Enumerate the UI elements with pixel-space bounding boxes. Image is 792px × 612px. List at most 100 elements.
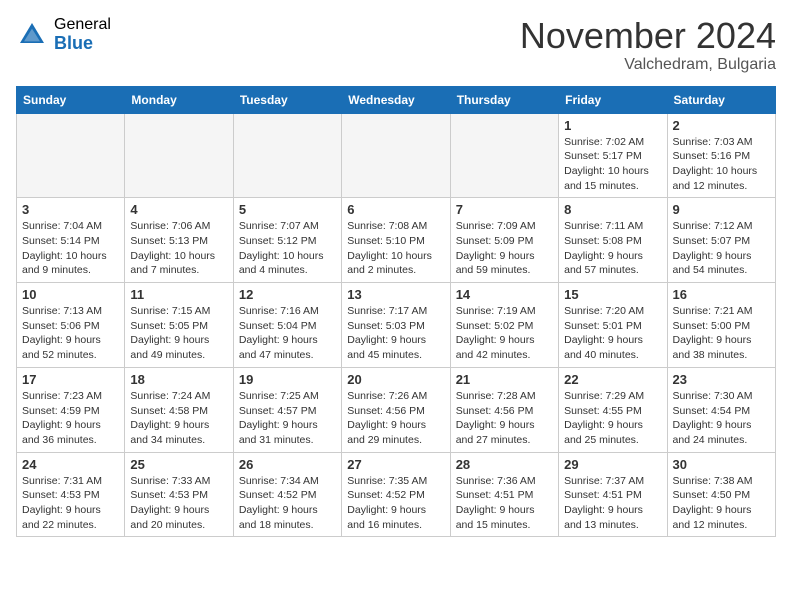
- day-info: Sunrise: 7:29 AM Sunset: 4:55 PM Dayligh…: [564, 389, 661, 448]
- day-number: 22: [564, 372, 661, 387]
- day-number: 5: [239, 202, 336, 217]
- day-info: Sunrise: 7:26 AM Sunset: 4:56 PM Dayligh…: [347, 389, 444, 448]
- day-number: 25: [130, 457, 227, 472]
- day-info: Sunrise: 7:07 AM Sunset: 5:12 PM Dayligh…: [239, 219, 336, 278]
- day-number: 24: [22, 457, 119, 472]
- calendar-cell: 5 Sunrise: 7:07 AM Sunset: 5:12 PM Daylig…: [233, 198, 341, 283]
- calendar-cell: [17, 113, 125, 198]
- day-number: 18: [130, 372, 227, 387]
- calendar-cell: 28 Sunrise: 7:36 AM Sunset: 4:51 PM Dayli…: [450, 452, 558, 537]
- calendar-cell: 17 Sunrise: 7:23 AM Sunset: 4:59 PM Dayli…: [17, 367, 125, 452]
- day-number: 13: [347, 287, 444, 302]
- day-number: 11: [130, 287, 227, 302]
- calendar-week-row: 3Sunrise: 7:04 AM Sunset: 5:14 PM Daylig…: [17, 198, 776, 283]
- day-info: Sunrise: 7:30 AM Sunset: 4:54 PM Dayligh…: [673, 389, 770, 448]
- day-number: 20: [347, 372, 444, 387]
- calendar-cell: 3Sunrise: 7:04 AM Sunset: 5:14 PM Daylig…: [17, 198, 125, 283]
- calendar-header-thursday: Thursday: [450, 86, 558, 113]
- calendar-cell: [450, 113, 558, 198]
- logo-icon: [16, 19, 48, 51]
- calendar-cell: 18 Sunrise: 7:24 AM Sunset: 4:58 PM Dayli…: [125, 367, 233, 452]
- calendar-header-row: SundayMondayTuesdayWednesdayThursdayFrid…: [17, 86, 776, 113]
- calendar-cell: 7 Sunrise: 7:09 AM Sunset: 5:09 PM Daylig…: [450, 198, 558, 283]
- day-info: Sunrise: 7:35 AM Sunset: 4:52 PM Dayligh…: [347, 474, 444, 533]
- logo: General Blue: [16, 16, 111, 53]
- day-info: Sunrise: 7:12 AM Sunset: 5:07 PM Dayligh…: [673, 219, 770, 278]
- day-info: Sunrise: 7:36 AM Sunset: 4:51 PM Dayligh…: [456, 474, 553, 533]
- calendar-cell: 19Sunrise: 7:25 AM Sunset: 4:57 PM Dayli…: [233, 367, 341, 452]
- day-info: Sunrise: 7:19 AM Sunset: 5:02 PM Dayligh…: [456, 304, 553, 363]
- day-info: Sunrise: 7:16 AM Sunset: 5:04 PM Dayligh…: [239, 304, 336, 363]
- day-number: 28: [456, 457, 553, 472]
- calendar-week-row: 24 Sunrise: 7:31 AM Sunset: 4:53 PM Dayli…: [17, 452, 776, 537]
- calendar-cell: 23Sunrise: 7:30 AM Sunset: 4:54 PM Dayli…: [667, 367, 775, 452]
- calendar-table: SundayMondayTuesdayWednesdayThursdayFrid…: [16, 86, 776, 538]
- day-info: Sunrise: 7:06 AM Sunset: 5:13 PM Dayligh…: [130, 219, 227, 278]
- calendar-cell: 2 Sunrise: 7:03 AM Sunset: 5:16 PM Daylig…: [667, 113, 775, 198]
- calendar-header-monday: Monday: [125, 86, 233, 113]
- day-number: 26: [239, 457, 336, 472]
- calendar-cell: 20 Sunrise: 7:26 AM Sunset: 4:56 PM Dayli…: [342, 367, 450, 452]
- calendar-cell: 21 Sunrise: 7:28 AM Sunset: 4:56 PM Dayli…: [450, 367, 558, 452]
- day-number: 8: [564, 202, 661, 217]
- calendar-cell: 11Sunrise: 7:15 AM Sunset: 5:05 PM Dayli…: [125, 283, 233, 368]
- calendar-cell: 14 Sunrise: 7:19 AM Sunset: 5:02 PM Dayli…: [450, 283, 558, 368]
- calendar-week-row: 10 Sunrise: 7:13 AM Sunset: 5:06 PM Dayli…: [17, 283, 776, 368]
- page-header: General Blue November 2024 Valchedram, B…: [16, 16, 776, 74]
- day-number: 9: [673, 202, 770, 217]
- day-number: 19: [239, 372, 336, 387]
- day-info: Sunrise: 7:23 AM Sunset: 4:59 PM Dayligh…: [22, 389, 119, 448]
- day-info: Sunrise: 7:11 AM Sunset: 5:08 PM Dayligh…: [564, 219, 661, 278]
- day-number: 3: [22, 202, 119, 217]
- calendar-cell: 6Sunrise: 7:08 AM Sunset: 5:10 PM Daylig…: [342, 198, 450, 283]
- calendar-week-row: 1 Sunrise: 7:02 AM Sunset: 5:17 PM Daylig…: [17, 113, 776, 198]
- day-number: 7: [456, 202, 553, 217]
- day-info: Sunrise: 7:03 AM Sunset: 5:16 PM Dayligh…: [673, 135, 770, 194]
- day-info: Sunrise: 7:02 AM Sunset: 5:17 PM Dayligh…: [564, 135, 661, 194]
- day-number: 6: [347, 202, 444, 217]
- day-info: Sunrise: 7:20 AM Sunset: 5:01 PM Dayligh…: [564, 304, 661, 363]
- day-number: 10: [22, 287, 119, 302]
- day-number: 27: [347, 457, 444, 472]
- calendar-cell: 8 Sunrise: 7:11 AM Sunset: 5:08 PM Daylig…: [559, 198, 667, 283]
- day-info: Sunrise: 7:24 AM Sunset: 4:58 PM Dayligh…: [130, 389, 227, 448]
- day-number: 29: [564, 457, 661, 472]
- day-info: Sunrise: 7:37 AM Sunset: 4:51 PM Dayligh…: [564, 474, 661, 533]
- calendar-cell: 10 Sunrise: 7:13 AM Sunset: 5:06 PM Dayli…: [17, 283, 125, 368]
- day-number: 21: [456, 372, 553, 387]
- calendar-cell: 30Sunrise: 7:38 AM Sunset: 4:50 PM Dayli…: [667, 452, 775, 537]
- calendar-cell: 9 Sunrise: 7:12 AM Sunset: 5:07 PM Daylig…: [667, 198, 775, 283]
- day-number: 15: [564, 287, 661, 302]
- day-number: 12: [239, 287, 336, 302]
- calendar-header-friday: Friday: [559, 86, 667, 113]
- calendar-cell: 27 Sunrise: 7:35 AM Sunset: 4:52 PM Dayli…: [342, 452, 450, 537]
- calendar-cell: 16Sunrise: 7:21 AM Sunset: 5:00 PM Dayli…: [667, 283, 775, 368]
- logo-text: General Blue: [54, 16, 111, 53]
- calendar-header-saturday: Saturday: [667, 86, 775, 113]
- calendar-cell: 12 Sunrise: 7:16 AM Sunset: 5:04 PM Dayli…: [233, 283, 341, 368]
- calendar-cell: 13Sunrise: 7:17 AM Sunset: 5:03 PM Dayli…: [342, 283, 450, 368]
- day-info: Sunrise: 7:13 AM Sunset: 5:06 PM Dayligh…: [22, 304, 119, 363]
- day-number: 16: [673, 287, 770, 302]
- day-info: Sunrise: 7:31 AM Sunset: 4:53 PM Dayligh…: [22, 474, 119, 533]
- day-info: Sunrise: 7:38 AM Sunset: 4:50 PM Dayligh…: [673, 474, 770, 533]
- day-info: Sunrise: 7:28 AM Sunset: 4:56 PM Dayligh…: [456, 389, 553, 448]
- calendar-cell: 1 Sunrise: 7:02 AM Sunset: 5:17 PM Daylig…: [559, 113, 667, 198]
- calendar-week-row: 17 Sunrise: 7:23 AM Sunset: 4:59 PM Dayli…: [17, 367, 776, 452]
- day-number: 14: [456, 287, 553, 302]
- day-info: Sunrise: 7:34 AM Sunset: 4:52 PM Dayligh…: [239, 474, 336, 533]
- day-number: 2: [673, 118, 770, 133]
- day-number: 4: [130, 202, 227, 217]
- logo-blue: Blue: [54, 34, 111, 54]
- day-info: Sunrise: 7:09 AM Sunset: 5:09 PM Dayligh…: [456, 219, 553, 278]
- day-number: 17: [22, 372, 119, 387]
- calendar-header-sunday: Sunday: [17, 86, 125, 113]
- calendar-cell: [233, 113, 341, 198]
- calendar-cell: 25Sunrise: 7:33 AM Sunset: 4:53 PM Dayli…: [125, 452, 233, 537]
- calendar-cell: 4 Sunrise: 7:06 AM Sunset: 5:13 PM Daylig…: [125, 198, 233, 283]
- day-number: 1: [564, 118, 661, 133]
- calendar-cell: 22 Sunrise: 7:29 AM Sunset: 4:55 PM Dayli…: [559, 367, 667, 452]
- location: Valchedram, Bulgaria: [520, 56, 776, 74]
- title-block: November 2024 Valchedram, Bulgaria: [520, 16, 776, 74]
- calendar-cell: [125, 113, 233, 198]
